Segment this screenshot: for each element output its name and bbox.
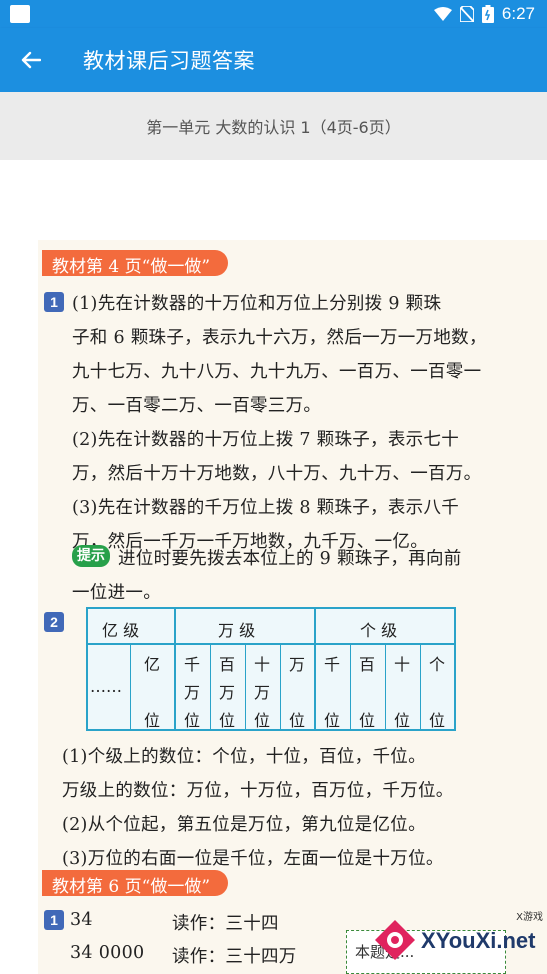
table-cell: 位: [394, 711, 411, 730]
table-cell: 位: [324, 711, 341, 730]
reading-text: 读作：三十四: [172, 914, 279, 934]
table-cell: 个: [429, 655, 446, 674]
watermark-brand: XYouXi.net: [421, 928, 536, 953]
table-cell: 位: [429, 711, 446, 730]
place-value-table: 亿 级 万 级 个 级 …… 亿 位 千 万 位 百 万 位 十 万 位 万 位…: [86, 607, 456, 731]
wifi-icon: [433, 7, 452, 21]
table-cell: 十: [254, 655, 271, 674]
table-header: 个 级: [360, 621, 398, 640]
no-sim-icon: [459, 6, 474, 22]
answer-line: (2)从个位起，第五位是万位，第九位是亿位。: [62, 815, 426, 835]
answer-line: (1)个级上的数位：个位，十位，百位，千位。: [62, 747, 426, 767]
table-cell: 十: [394, 655, 411, 674]
answer-line: 万级上的数位：万位，十万位，百万位，千万位。: [62, 781, 454, 801]
hint-line: 进位时要先拨去本位上的 9 颗珠子，再向前: [118, 549, 462, 569]
battery-icon: [481, 5, 494, 23]
site-watermark: XYouXi.net X游戏: [373, 908, 543, 968]
number-value: 34: [70, 910, 93, 930]
answer-line: 万、一百零二万、一百零三万。: [72, 396, 322, 416]
app-title: 教材课后习题答案: [83, 49, 255, 73]
watermark-small: X游戏: [516, 912, 543, 923]
table-cell: 位: [359, 711, 376, 730]
table-dots: ……: [90, 677, 122, 696]
table-cell: 位: [254, 711, 271, 730]
table-header: 万 级: [218, 621, 256, 640]
table-cell: 千: [184, 655, 201, 674]
table-cell: 位: [184, 711, 201, 730]
question-number: 1: [44, 292, 64, 312]
answer-line: 万，然后十万十万地数，八十万、九十万、一百万。: [72, 464, 482, 484]
answer-line: (1)先在计数器的十万位和万位上分别拨 9 颗珠: [72, 294, 442, 314]
table-cell: 万: [219, 683, 236, 702]
question-number: 2: [44, 612, 64, 632]
answer-line: (3)万位的右面一位是千位，左面一位是十万位。: [62, 849, 444, 869]
reading-text: 读作：三十四万: [172, 947, 297, 967]
table-header-row: [88, 609, 454, 645]
question-number: 1: [44, 910, 64, 930]
table-cell: 位: [219, 711, 236, 730]
status-time: 6:27: [501, 4, 535, 23]
notification-icon: [10, 5, 30, 23]
gamepad-logo-icon: [375, 920, 415, 960]
answer-line: (2)先在计数器的十万位上拨 7 颗珠子，表示七十: [72, 430, 460, 450]
back-button[interactable]: [14, 44, 48, 76]
answer-page-image: 教材第 4 页“做一做” 1 (1)先在计数器的十万位和万位上分别拨 9 颗珠 …: [38, 240, 547, 974]
table-cell: 万: [254, 683, 271, 702]
hint-line: 一位进一。: [72, 583, 161, 603]
status-bar: 6:27: [0, 0, 547, 28]
table-header: 亿 级: [102, 621, 140, 640]
section-banner: 教材第 4 页“做一做”: [42, 250, 229, 277]
status-icons: 6:27: [433, 4, 535, 24]
arrow-left-icon: [21, 51, 41, 69]
table-cell: 位: [144, 711, 161, 730]
app-bar: 教材课后习题答案: [0, 28, 547, 92]
chapter-title: 第一单元 大数的认识 1（4页-6页）: [146, 118, 401, 137]
chapter-header: 第一单元 大数的认识 1（4页-6页）: [0, 92, 547, 160]
number-value: 34 0000: [70, 943, 145, 963]
answer-line: (3)先在计数器的千万位上拨 8 颗珠子，表示八千: [72, 498, 460, 518]
answer-line: 子和 6 颗珠子，表示九十六万，然后一万一万地数，: [72, 328, 487, 348]
section-banner: 教材第 6 页“做一做”: [42, 870, 229, 897]
table-cell: 百: [359, 655, 376, 674]
table-cell: 万: [289, 655, 306, 674]
content-area[interactable]: 教材第 4 页“做一做” 1 (1)先在计数器的十万位和万位上分别拨 9 颗珠 …: [0, 160, 547, 974]
table-cell: 百: [219, 655, 236, 674]
answer-line: 九十七万、九十八万、九十九万、一百万、一百零一: [72, 362, 482, 382]
table-cell: 万: [184, 683, 201, 702]
table-cell: 亿: [144, 655, 161, 674]
hint-badge: 提示: [72, 545, 110, 567]
table-cell: 位: [289, 711, 306, 730]
table-cell: 千: [324, 655, 341, 674]
